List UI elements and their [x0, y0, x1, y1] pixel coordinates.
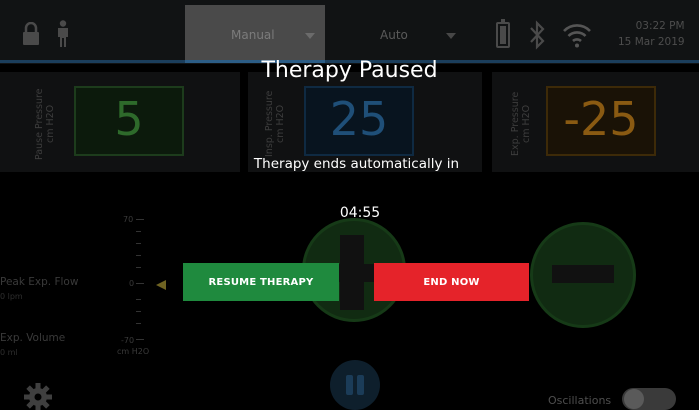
oscillations-toggle[interactable] [622, 388, 676, 410]
resume-therapy-button[interactable]: RESUME THERAPY [183, 263, 339, 301]
pause-icon-bar [357, 375, 364, 395]
gauge-tick-bottom: -70 [121, 336, 135, 345]
peak-exp-flow-value: 0 lpm [0, 292, 23, 301]
tab-manual[interactable]: Manual [185, 5, 325, 63]
battery-icon [496, 19, 510, 48]
gauge-unit: cm H2O [117, 347, 150, 356]
exp-volume-label: Exp. Volume [0, 332, 66, 344]
minus-icon [552, 265, 614, 283]
pressure-gauge [136, 215, 148, 345]
tab-manual-label: Manual [231, 28, 275, 42]
dialog-title: Therapy Paused [261, 58, 438, 83]
pause-pressure-value: 5 [114, 92, 144, 146]
exp-volume-value: 0 ml [0, 348, 18, 357]
dialog-message: Therapy ends automatically in [253, 156, 460, 172]
chevron-down-icon [446, 33, 456, 39]
gauge-pointer-icon [156, 280, 166, 290]
top-bar: Manual Auto 03:22 PM 15 Mar 2019 [0, 0, 699, 64]
time-text: 03:22 PM [635, 20, 685, 32]
gauge-tick-mid: 0 [129, 279, 135, 288]
panel-label: Insp. Pressure cm H2O [264, 90, 286, 158]
date-text: 15 Mar 2019 [618, 36, 685, 48]
pause-icon [346, 375, 353, 395]
insp-pressure-value: 25 [329, 92, 389, 146]
end-now-label: END NOW [423, 276, 480, 288]
end-now-button[interactable]: END NOW [374, 263, 529, 301]
pause-button[interactable] [330, 360, 380, 410]
resume-therapy-label: RESUME THERAPY [208, 276, 314, 288]
oscillations-label: Oscillations [548, 394, 612, 407]
panel-label: Exp. Pressure cm H2O [510, 91, 532, 157]
countdown-timer: 04:55 [339, 205, 381, 221]
peak-exp-flow-label: Peak Exp. Flow [0, 276, 79, 288]
clock: 03:22 PM 15 Mar 2019 [618, 18, 685, 50]
gear-icon[interactable] [24, 383, 52, 410]
bluetooth-icon [530, 20, 545, 50]
exp-pressure-value: -25 [563, 92, 639, 146]
person-icon[interactable] [56, 20, 70, 48]
lock-icon[interactable] [22, 22, 40, 46]
tab-auto[interactable]: Auto [380, 28, 408, 42]
panel-label: Pause Pressure cm H2O [34, 88, 56, 160]
chevron-down-icon [305, 33, 315, 39]
wifi-icon [563, 24, 591, 48]
